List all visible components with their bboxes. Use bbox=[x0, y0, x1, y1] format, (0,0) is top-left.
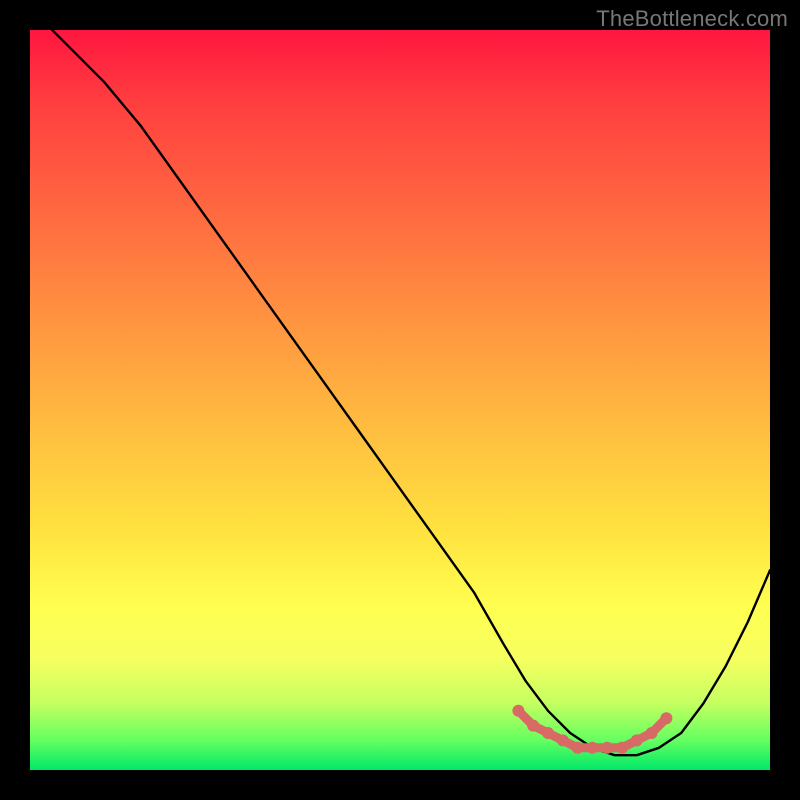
highlight-dot bbox=[557, 734, 569, 746]
highlight-dots bbox=[512, 705, 672, 754]
highlight-dot bbox=[631, 734, 643, 746]
highlight-dot bbox=[646, 727, 658, 739]
highlight-dot bbox=[586, 742, 598, 754]
watermark-text: TheBottleneck.com bbox=[596, 6, 788, 32]
highlight-dot bbox=[512, 705, 524, 717]
highlight-dot bbox=[542, 727, 554, 739]
highlight-dot bbox=[572, 742, 584, 754]
highlight-dot bbox=[601, 742, 613, 754]
highlight-dot bbox=[660, 712, 672, 724]
highlight-dot bbox=[616, 742, 628, 754]
plot-area bbox=[30, 30, 770, 770]
highlight-dot bbox=[527, 720, 539, 732]
chart-frame: TheBottleneck.com bbox=[0, 0, 800, 800]
curve-line bbox=[52, 30, 770, 755]
chart-svg bbox=[30, 30, 770, 770]
